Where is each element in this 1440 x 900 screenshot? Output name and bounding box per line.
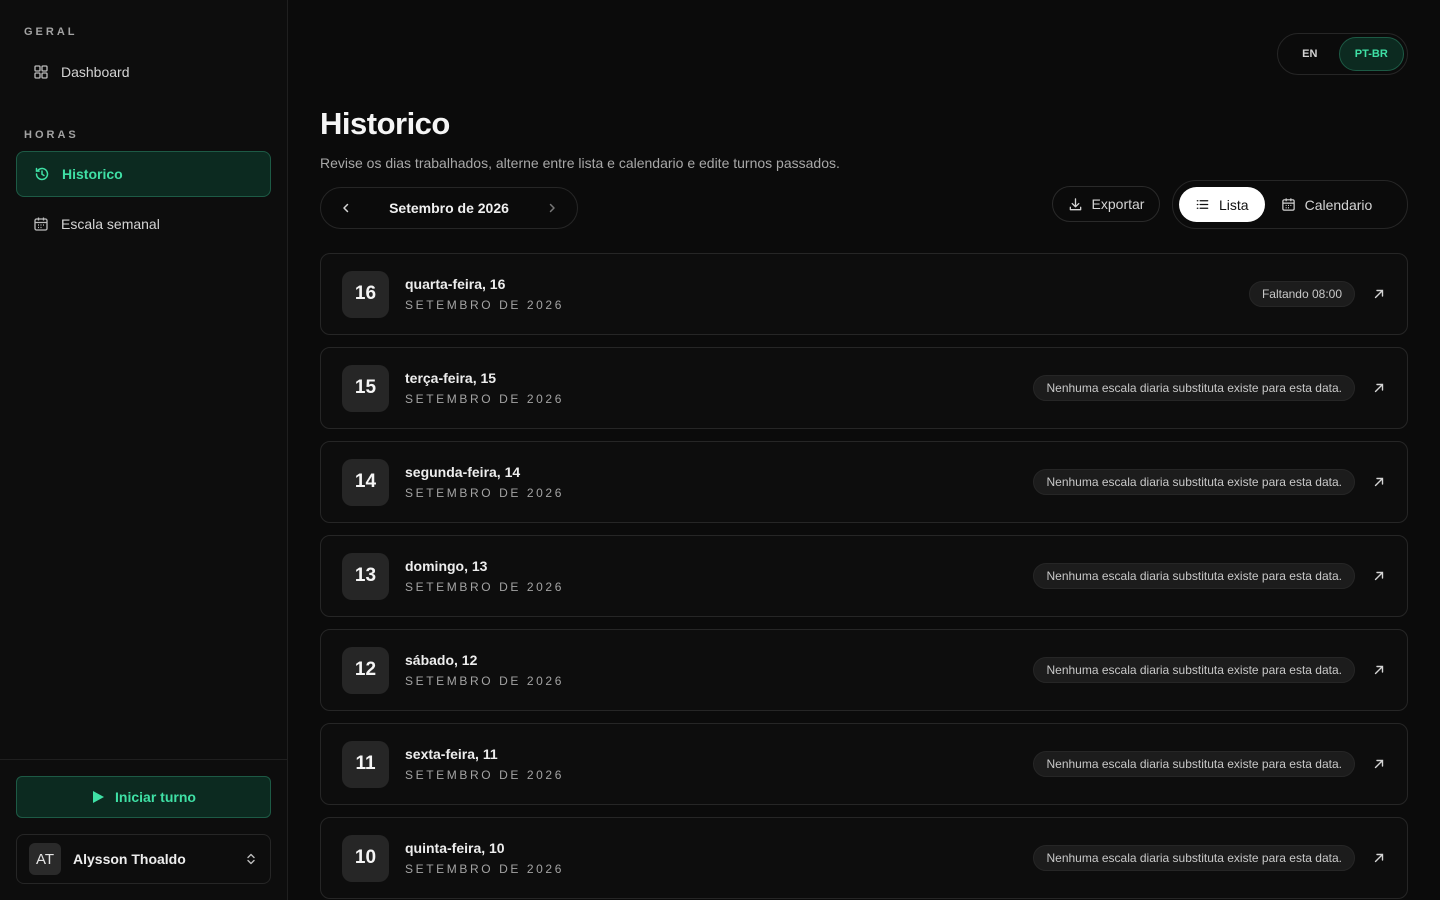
history-icon — [35, 167, 49, 181]
day-month: SETEMBRO DE 2026 — [405, 486, 564, 500]
section-label-horas: HORAS — [24, 129, 79, 141]
day-number: 12 — [342, 646, 389, 694]
status-badge: Faltando 08:00 — [1248, 281, 1355, 307]
status-badge: Nenhuma escala diaria substituta existe … — [1033, 657, 1355, 683]
open-day-button[interactable] — [1367, 382, 1407, 394]
day-row[interactable]: 10 quinta-feira, 10 SETEMBRO DE 2026 Nenh… — [320, 817, 1408, 899]
status-badge: Nenhuma escala diaria substituta existe … — [1033, 845, 1355, 871]
day-number: 13 — [342, 552, 389, 600]
open-day-button[interactable] — [1367, 852, 1407, 864]
day-month: SETEMBRO DE 2026 — [405, 580, 564, 594]
arrow-up-right-icon — [1374, 477, 1384, 487]
page-title: Historico — [320, 106, 450, 141]
day-row[interactable]: 12 sábado, 12 SETEMBRO DE 2026 Nenhuma es… — [320, 629, 1408, 711]
status-badge: Nenhuma escala diaria substituta existe … — [1033, 469, 1355, 495]
section-label-geral: GERAL — [24, 26, 78, 38]
day-row[interactable]: 14 segunda-feira, 14 SETEMBRO DE 2026 Nen… — [320, 441, 1408, 523]
chevron-up-down-icon — [247, 853, 255, 865]
arrow-up-right-icon — [1374, 571, 1384, 581]
view-list-button[interactable]: Lista — [1179, 187, 1265, 222]
open-day-button[interactable] — [1367, 288, 1407, 300]
calendar-icon — [1281, 198, 1295, 211]
start-shift-label: Iniciar turno — [115, 789, 196, 805]
day-month: SETEMBRO DE 2026 — [405, 298, 564, 312]
open-day-button[interactable] — [1367, 476, 1407, 488]
download-icon — [1069, 197, 1081, 210]
day-title: segunda-feira, 14 — [405, 464, 521, 480]
status-badge: Nenhuma escala diaria substituta existe … — [1033, 751, 1355, 777]
open-day-button[interactable] — [1367, 758, 1407, 770]
avatar: AT — [29, 843, 61, 875]
lang-en-button[interactable]: EN — [1281, 37, 1339, 71]
day-title: quarta-feira, 16 — [405, 276, 506, 292]
day-row[interactable]: 16 quarta-feira, 16 SETEMBRO DE 2026 Falt… — [320, 253, 1408, 335]
day-month: SETEMBRO DE 2026 — [405, 862, 564, 876]
sidebar-item-dashboard[interactable]: Dashboard — [16, 49, 271, 95]
day-month: SETEMBRO DE 2026 — [405, 768, 564, 782]
arrow-up-right-icon — [1374, 665, 1384, 675]
day-number: 16 — [342, 270, 389, 318]
day-title: sexta-feira, 11 — [405, 746, 498, 762]
export-label: Exportar — [1091, 196, 1145, 212]
view-toggle: Lista Calendario — [1172, 180, 1408, 229]
status-badge: Nenhuma escala diaria substituta existe … — [1033, 375, 1355, 401]
chevron-right-icon[interactable] — [545, 201, 559, 215]
divider — [0, 759, 287, 760]
day-row[interactable]: 11 sexta-feira, 11 SETEMBRO DE 2026 Nenhu… — [320, 723, 1408, 805]
arrow-up-right-icon — [1374, 759, 1384, 769]
play-icon — [93, 791, 105, 803]
day-number: 14 — [342, 458, 389, 506]
open-day-button[interactable] — [1367, 570, 1407, 582]
day-title: sábado, 12 — [405, 652, 478, 668]
calendar-icon — [34, 217, 48, 231]
view-calendar-label: Calendario — [1304, 196, 1373, 213]
sidebar-item-historico[interactable]: Historico — [16, 151, 271, 197]
export-button[interactable]: Exportar — [1052, 186, 1160, 222]
arrow-up-right-icon — [1374, 853, 1384, 863]
language-switch: EN PT-BR — [1277, 33, 1408, 75]
month-navigator: Setembro de 2026 — [320, 187, 578, 229]
grid-icon — [34, 65, 48, 79]
day-title: domingo, 13 — [405, 558, 488, 574]
list-icon — [1196, 200, 1209, 209]
day-month: SETEMBRO DE 2026 — [405, 674, 564, 688]
page-subtitle: Revise os dias trabalhados, alterne entr… — [320, 155, 840, 171]
view-calendar-button[interactable]: Calendario — [1265, 187, 1389, 222]
sidebar-item-label: Historico — [62, 166, 123, 182]
user-menu[interactable]: AT Alysson Thoaldo — [16, 834, 271, 884]
sidebar-item-escala-semanal[interactable]: Escala semanal — [16, 201, 271, 247]
sidebar-item-label: Dashboard — [61, 64, 130, 80]
day-month: SETEMBRO DE 2026 — [405, 392, 564, 406]
day-title: quinta-feira, 10 — [405, 840, 505, 856]
month-label: Setembro de 2026 — [389, 200, 509, 216]
sidebar: GERAL Dashboard HORAS Historico Escala s… — [0, 0, 288, 900]
sidebar-item-label: Escala semanal — [61, 216, 160, 232]
day-number: 11 — [342, 740, 389, 788]
day-number: 15 — [342, 364, 389, 412]
view-list-label: Lista — [1219, 196, 1249, 213]
day-number: 10 — [342, 834, 389, 882]
day-row[interactable]: 13 domingo, 13 SETEMBRO DE 2026 Nenhuma e… — [320, 535, 1408, 617]
chevron-left-icon[interactable] — [339, 201, 353, 215]
status-badge: Nenhuma escala diaria substituta existe … — [1033, 563, 1355, 589]
user-name: Alysson Thoaldo — [73, 851, 186, 867]
open-day-button[interactable] — [1367, 664, 1407, 676]
day-title: terça-feira, 15 — [405, 370, 497, 386]
start-shift-button[interactable]: Iniciar turno — [16, 776, 271, 818]
day-row[interactable]: 15 terça-feira, 15 SETEMBRO DE 2026 Nenhu… — [320, 347, 1408, 429]
arrow-up-right-icon — [1374, 289, 1384, 299]
arrow-up-right-icon — [1374, 383, 1384, 393]
lang-ptbr-button[interactable]: PT-BR — [1338, 37, 1404, 71]
